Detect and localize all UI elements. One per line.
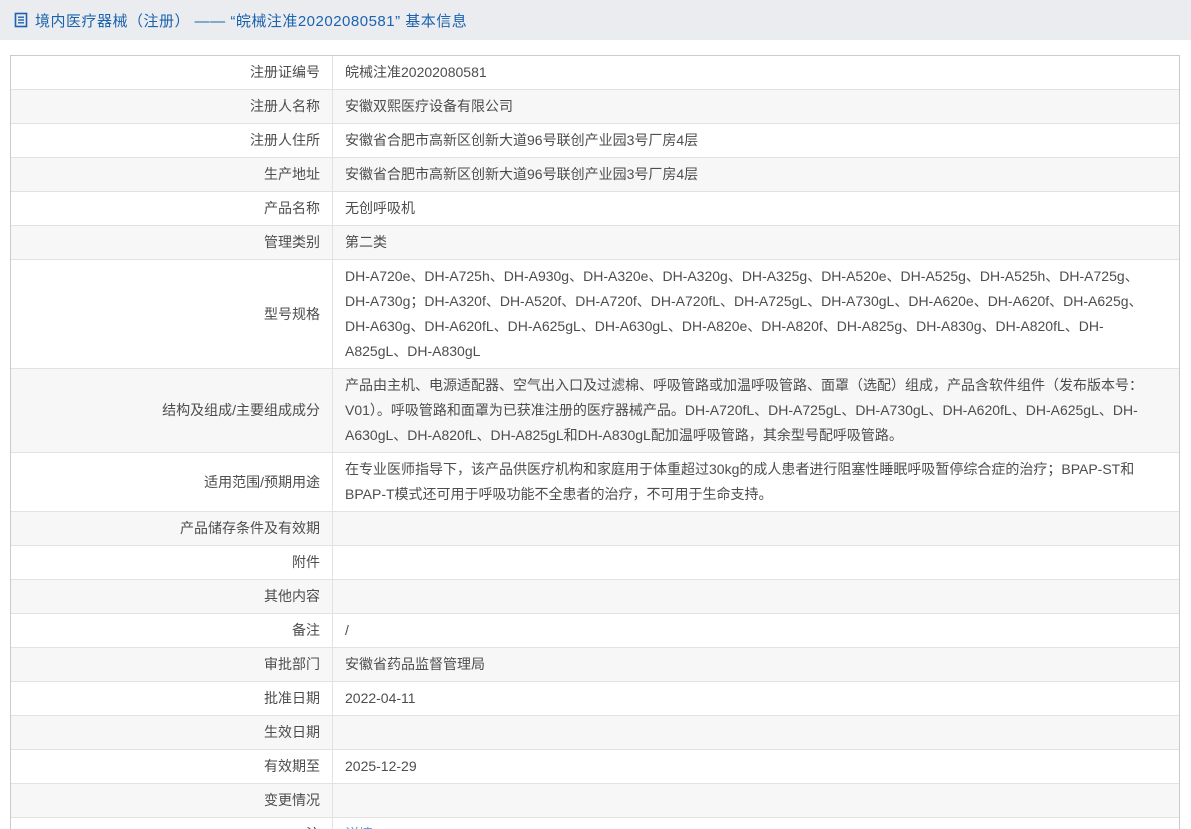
table-row: 产品名称 无创呼吸机 — [11, 191, 1179, 225]
row-label-cell: 注 — [11, 818, 333, 829]
row-value-cell: 2022-04-11 — [333, 682, 1179, 715]
row-value: 皖械注准20202080581 — [345, 64, 487, 80]
row-value-cell — [333, 784, 1179, 817]
row-value: 2022-04-11 — [345, 690, 416, 706]
row-label-cell: 产品储存条件及有效期 — [11, 512, 333, 545]
row-value-cell: 皖械注准20202080581 — [333, 56, 1179, 89]
table-row: 生效日期 — [11, 715, 1179, 749]
row-label-cell: 适用范围/预期用途 — [11, 453, 333, 511]
row-label: 有效期至 — [264, 758, 320, 774]
page-header: 境内医疗器械（注册） —— “皖械注准20202080581” 基本信息 — [0, 0, 1191, 40]
row-label: 型号规格 — [264, 305, 320, 322]
row-value-cell: 第二类 — [333, 226, 1179, 259]
row-label-cell: 型号规格 — [11, 260, 333, 368]
row-label-cell: 注册证编号 — [11, 56, 333, 89]
table-row: 注册人住所 安徽省合肥市高新区创新大道96号联创产业园3号厂房4层 — [11, 123, 1179, 157]
row-label-cell: 管理类别 — [11, 226, 333, 259]
table-row: 附件 — [11, 545, 1179, 579]
row-value-cell: 详情 — [333, 818, 1179, 829]
row-value-cell: 2025-12-29 — [333, 750, 1179, 783]
row-label: 适用范围/预期用途 — [204, 473, 320, 490]
table-row: 审批部门 安徽省药品监督管理局 — [11, 647, 1179, 681]
row-label-cell: 生产地址 — [11, 158, 333, 191]
row-value: 在专业医师指导下，该产品供医疗机构和家庭用于体重超过30kg的成人患者进行阻塞性… — [345, 461, 1135, 502]
row-label: 产品储存条件及有效期 — [180, 520, 320, 536]
row-label: 管理类别 — [264, 234, 320, 250]
table-row: 型号规格 DH-A720e、DH-A725h、DH-A930g、DH-A320e… — [11, 259, 1179, 368]
row-value-cell: / — [333, 614, 1179, 647]
row-label: 审批部门 — [264, 656, 320, 672]
row-label: 批准日期 — [264, 690, 320, 706]
row-value: 安徽省合肥市高新区创新大道96号联创产业园3号厂房4层 — [345, 166, 699, 182]
row-value: 2025-12-29 — [345, 758, 417, 774]
document-icon — [14, 12, 28, 28]
row-value: 安徽省合肥市高新区创新大道96号联创产业园3号厂房4层 — [345, 132, 699, 148]
row-label: 备注 — [292, 622, 320, 638]
row-value-cell — [333, 546, 1179, 579]
row-label-cell: 生效日期 — [11, 716, 333, 749]
row-label-cell: 附件 — [11, 546, 333, 579]
row-value-cell: 无创呼吸机 — [333, 192, 1179, 225]
table-row: 管理类别 第二类 — [11, 225, 1179, 259]
row-label: 生效日期 — [264, 724, 320, 740]
row-label-cell: 批准日期 — [11, 682, 333, 715]
row-value: 第二类 — [345, 234, 387, 250]
row-label: 附件 — [292, 554, 320, 570]
row-value-cell: 安徽省合肥市高新区创新大道96号联创产业园3号厂房4层 — [333, 158, 1179, 191]
row-label: 生产地址 — [264, 166, 320, 182]
table-row: 注册证编号 皖械注准20202080581 — [11, 56, 1179, 89]
table-row: 备注 / — [11, 613, 1179, 647]
row-label: 注册证编号 — [250, 64, 320, 80]
row-label: 结构及组成/主要组成成分 — [162, 402, 320, 418]
row-label-cell: 变更情况 — [11, 784, 333, 817]
table-row: 产品储存条件及有效期 — [11, 511, 1179, 545]
row-label: 产品名称 — [264, 200, 320, 216]
row-value: 无创呼吸机 — [345, 200, 415, 216]
row-label: 注册人住所 — [250, 132, 320, 148]
row-label-cell: 结构及组成/主要组成成分 — [11, 369, 333, 452]
table-row: 注册人名称 安徽双熙医疗设备有限公司 — [11, 89, 1179, 123]
row-value-cell — [333, 512, 1179, 545]
row-label: 注 — [306, 822, 320, 829]
row-value-cell — [333, 716, 1179, 749]
table-row: 适用范围/预期用途 在专业医师指导下，该产品供医疗机构和家庭用于体重超过30kg… — [11, 452, 1179, 511]
row-value-cell — [333, 580, 1179, 613]
table-row: 有效期至 2025-12-29 — [11, 749, 1179, 783]
row-value-cell: 安徽省药品监督管理局 — [333, 648, 1179, 681]
table-row: 结构及组成/主要组成成分 产品由主机、电源适配器、空气出入口及过滤棉、呼吸管路或… — [11, 368, 1179, 452]
page-title: 境内医疗器械（注册） —— “皖械注准20202080581” 基本信息 — [35, 12, 468, 30]
row-label-cell: 注册人住所 — [11, 124, 333, 157]
row-label-cell: 其他内容 — [11, 580, 333, 613]
table-row: 生产地址 安徽省合肥市高新区创新大道96号联创产业园3号厂房4层 — [11, 157, 1179, 191]
row-value: DH-A720e、DH-A725h、DH-A930g、DH-A320e、DH-A… — [345, 268, 1143, 359]
table-row: 变更情况 — [11, 783, 1179, 817]
row-value-cell: 在专业医师指导下，该产品供医疗机构和家庭用于体重超过30kg的成人患者进行阻塞性… — [333, 453, 1179, 511]
row-value-cell: 安徽省合肥市高新区创新大道96号联创产业园3号厂房4层 — [333, 124, 1179, 157]
row-value-cell: 安徽双熙医疗设备有限公司 — [333, 90, 1179, 123]
registration-info-table: 注册证编号 皖械注准20202080581 注册人名称 安徽双熙医疗设备有限公司 — [10, 55, 1180, 829]
row-label-cell: 有效期至 — [11, 750, 333, 783]
row-value-cell: DH-A720e、DH-A725h、DH-A930g、DH-A320e、DH-A… — [333, 260, 1179, 368]
row-value: 安徽双熙医疗设备有限公司 — [345, 98, 513, 114]
row-label: 注册人名称 — [250, 98, 320, 114]
table-row: 注 详情 — [11, 817, 1179, 829]
table-row: 批准日期 2022-04-11 — [11, 681, 1179, 715]
row-value: / — [345, 622, 349, 638]
row-label-cell: 备注 — [11, 614, 333, 647]
row-label-cell: 产品名称 — [11, 192, 333, 225]
row-value: 产品由主机、电源适配器、空气出入口及过滤棉、呼吸管路或加温呼吸管路、面罩（选配）… — [345, 377, 1143, 443]
row-label-cell: 审批部门 — [11, 648, 333, 681]
row-label: 其他内容 — [264, 588, 320, 604]
table-row: 其他内容 — [11, 579, 1179, 613]
row-label: 变更情况 — [264, 792, 320, 808]
row-value: 安徽省药品监督管理局 — [345, 656, 485, 672]
row-value-cell: 产品由主机、电源适配器、空气出入口及过滤棉、呼吸管路或加温呼吸管路、面罩（选配）… — [333, 369, 1179, 452]
detail-link[interactable]: 详情 — [345, 822, 373, 829]
row-label-cell: 注册人名称 — [11, 90, 333, 123]
